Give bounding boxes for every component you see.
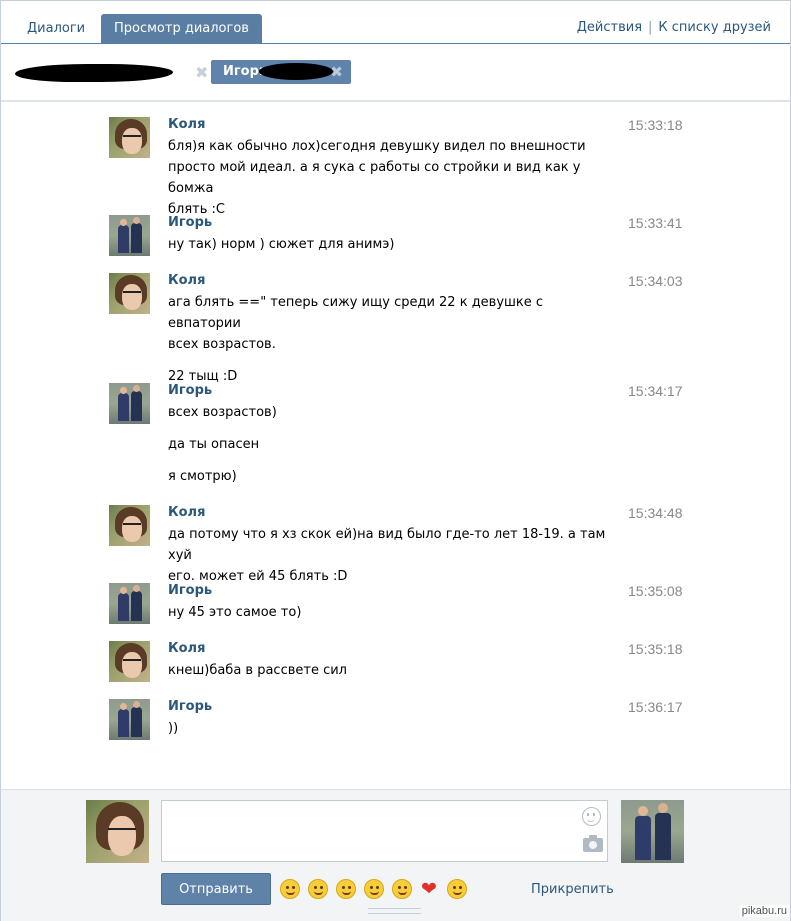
message-time: 15:36:17 [628,699,683,715]
chip-igor[interactable]: Игорь ✖ [211,60,351,84]
message-line: всех возрастов) [168,405,277,420]
smile-icon[interactable] [582,807,601,826]
unamused-emoji-icon[interactable] [447,879,467,899]
message-text: бля)я как обычно лох)сегодня девушку вид… [168,136,608,220]
message-author[interactable]: Игорь [168,583,212,598]
message-line: просто мой идеал. а я сука с работы со с… [168,160,581,196]
top-links: Действия | К списку друзей [577,20,771,35]
attach-link[interactable]: Прикрепить [531,882,614,897]
message-line: кнеш)баба в рассвете сил [168,663,347,678]
message-line: бля)я как обычно лох)сегодня девушку вид… [168,139,586,154]
avatar-igor[interactable] [109,583,150,624]
resize-grip[interactable] [368,908,421,914]
to-friends-link[interactable]: К списку друзей [658,20,771,35]
smiling-emoji-icon[interactable] [364,879,384,899]
message-time: 15:35:18 [628,641,683,657]
redaction-scribble [259,63,333,80]
message-author[interactable]: Коля [168,117,205,132]
message-author[interactable]: Коля [168,273,205,288]
avatar-kolya[interactable] [109,273,150,314]
message-text: )) [168,718,608,739]
avatar-kolya[interactable] [109,641,150,682]
message-line: я смотрю) [168,469,237,484]
message-text: ну так) норм ) сюжет для анимэ) [168,234,608,255]
scared-emoji-icon[interactable] [392,879,412,899]
message-line: 22 тыщ :D [168,369,238,384]
recipient-avatar[interactable] [621,800,684,863]
avatar-kolya[interactable] [109,117,150,158]
message-line: )) [168,721,179,736]
message-line: ну 45 это самое то) [168,605,302,620]
message-author[interactable]: Игорь [168,383,212,398]
avatar-kolya[interactable] [109,505,150,546]
message-input[interactable] [161,800,608,862]
message-time: 15:34:17 [628,383,683,399]
message-author[interactable]: Игорь [168,699,212,714]
actions-link[interactable]: Действия [577,20,642,35]
message-time: 15:34:48 [628,505,683,521]
message-time: 15:34:03 [628,273,683,289]
crying-laugh-emoji-icon[interactable] [308,879,328,899]
camera-icon[interactable] [583,835,603,852]
message-author[interactable]: Коля [168,641,205,656]
sad-emoji-icon[interactable] [336,879,356,899]
close-icon[interactable]: ✖ [330,60,343,84]
conversation-chips: ✖ Игорь ✖ [1,45,790,102]
chip-redacted-user[interactable]: ✖ [15,61,208,83]
message-time: 15:33:18 [628,117,683,133]
message-time: 15:35:08 [628,583,683,599]
links-separator: | [648,20,653,35]
message-line: да потому что я хз скок ей)на вид было г… [168,527,606,563]
message-text: ага блять ==" теперь сижу ищу среди 22 к… [168,292,608,387]
avatar-igor[interactable] [109,215,150,256]
message-line: блять :С [168,202,225,217]
message-author[interactable]: Коля [168,505,205,520]
message-author[interactable]: Игорь [168,215,212,230]
message-composer: Отправить ❤ Прикрепить [1,789,790,921]
message-line: ага блять ==" теперь сижу ищу среди 22 к… [168,295,544,331]
message-line: всех возрастов. [168,337,276,352]
heart-icon[interactable]: ❤ [421,880,441,899]
close-icon[interactable]: ✖ [195,63,208,82]
message-line: его. может ей 45 блять :D [168,569,348,584]
avatar-igor[interactable] [109,383,150,424]
message-text: ну 45 это самое то) [168,602,608,623]
message-time: 15:33:41 [628,215,683,231]
wink-emoji-icon[interactable] [280,879,300,899]
avatar-igor[interactable] [109,699,150,740]
tab-view-dialogs[interactable]: Просмотр диалогов [101,14,262,44]
my-avatar[interactable] [86,800,149,863]
send-button[interactable]: Отправить [161,873,271,905]
message-line: да ты опасен [168,437,260,452]
redaction-scribble [15,64,173,82]
message-list: Коля 15:33:18 бля)я как обычно лох)сегод… [1,103,790,789]
tabs-bar: Диалоги Просмотр диалогов Действия | К спи… [1,0,790,44]
message-line: ну так) норм ) сюжет для анимэ) [168,237,395,252]
message-text: кнеш)баба в рассвете сил [168,660,608,681]
message-text: всех возрастов) да ты опасен я смотрю) [168,402,608,487]
tab-dialogs[interactable]: Диалоги [14,14,98,44]
watermark: pikabu.ru [739,905,789,917]
message-text: да потому что я хз скок ей)на вид было г… [168,524,608,587]
